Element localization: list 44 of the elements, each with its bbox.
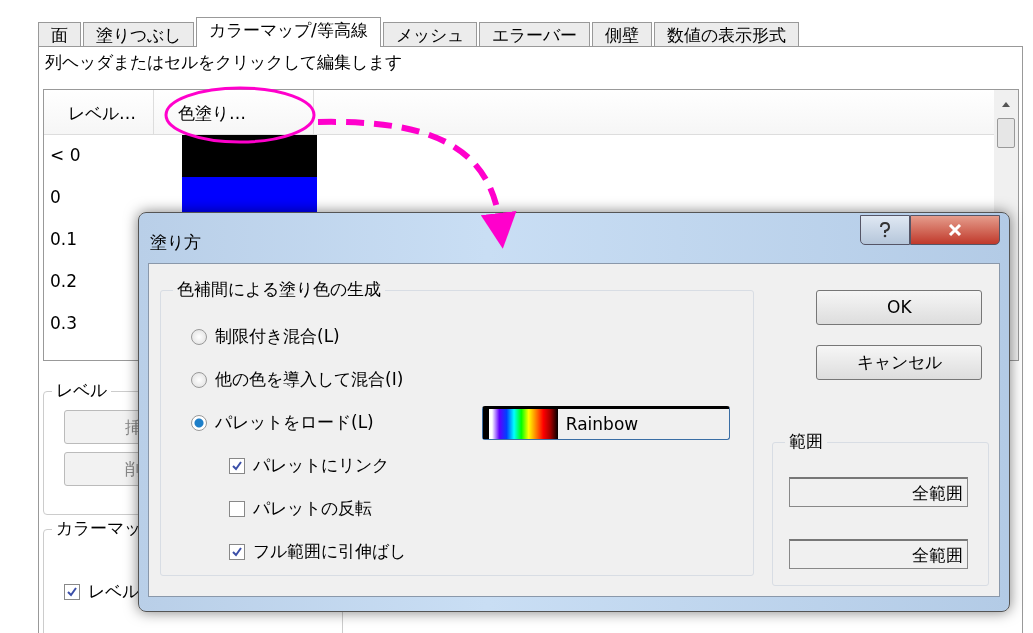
table-cell-text: 0.3 (49, 312, 79, 335)
tab[interactable]: 塗りつぶし (83, 22, 194, 46)
scroll-up-icon[interactable] (1001, 100, 1011, 108)
close-button[interactable] (910, 215, 1000, 245)
tab[interactable]: カラーマップ/等高線 (196, 17, 381, 47)
dialog-title: 塗り方 (150, 231, 201, 254)
checkbox[interactable] (64, 583, 80, 600)
tab[interactable]: メッシュ (382, 22, 477, 46)
dialog-button[interactable]: キャンセル (816, 344, 983, 380)
rainbow-gradient-icon (482, 408, 558, 439)
hint-text: 列ヘッダまたはセルをクリックして編集します (44, 51, 403, 74)
tab[interactable]: エラーバー (478, 22, 590, 46)
range-field[interactable]: 全範囲 (789, 476, 968, 507)
column-header[interactable]: 色塗り… (154, 90, 314, 134)
checkbox-label: レベル (88, 580, 139, 603)
tab[interactable]: 面 (38, 22, 81, 46)
checkbox[interactable] (229, 543, 245, 560)
tab[interactable]: 数値の表示形式 (653, 22, 799, 46)
table-cell-text: 0 (49, 186, 62, 209)
radio-label: 他の色を導入して混合(I) (215, 368, 404, 391)
dialog-button[interactable]: OK (816, 290, 983, 325)
table-cell-text: 0.1 (49, 228, 79, 251)
palette-dropdown[interactable]: Rainbow (481, 405, 730, 440)
column-header[interactable]: レベル… (44, 90, 154, 134)
checkbox-label: パレットの反転 (253, 497, 372, 520)
radio-button[interactable] (191, 414, 207, 431)
scroll-thumb[interactable] (997, 118, 1015, 148)
group-title: 色補間による塗り色の生成 (173, 278, 385, 301)
tab[interactable]: 側壁 (591, 22, 652, 46)
range-field[interactable]: 全範囲 (789, 538, 968, 569)
help-icon (879, 222, 891, 238)
help-button[interactable] (860, 215, 910, 245)
radio-button[interactable] (191, 371, 207, 388)
checkbox[interactable] (229, 500, 245, 517)
checkbox[interactable] (229, 457, 245, 474)
table-cell-text: < 0 (49, 144, 82, 167)
radio-label: 制限付き混合(L) (215, 325, 340, 348)
close-icon (948, 224, 962, 236)
checkbox-label: パレットにリンク (253, 454, 389, 477)
radio-label: パレットをロード(L) (215, 411, 374, 434)
radio-button[interactable] (191, 328, 207, 345)
color-swatch[interactable] (182, 135, 317, 177)
checkbox-label: フル範囲に引伸ばし (253, 540, 406, 563)
table-cell-text: 0.2 (49, 270, 79, 293)
